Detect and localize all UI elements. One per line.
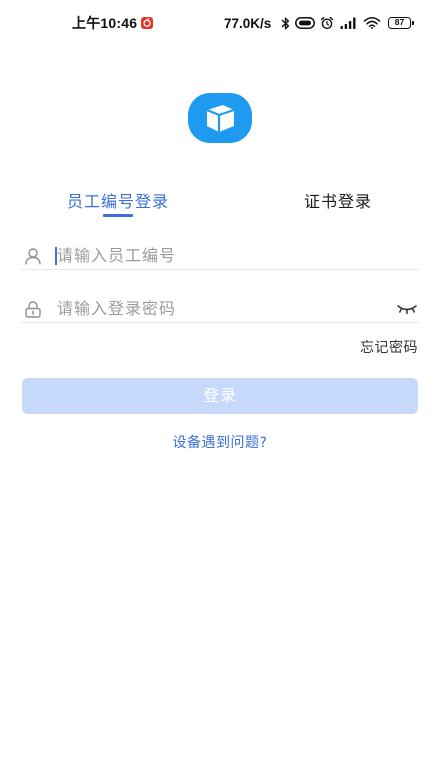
hd-voice-icon (295, 17, 315, 29)
user-icon (25, 248, 41, 265)
active-tab-indicator (103, 214, 133, 217)
tab-certificate-login[interactable]: 证书登录 (268, 192, 408, 212)
employee-id-input[interactable] (57, 244, 387, 268)
cube-logo-icon (188, 93, 252, 143)
employee-id-field-row (21, 238, 419, 270)
alarm-icon (320, 16, 334, 30)
eye-closed-icon[interactable] (396, 304, 418, 314)
bluetooth-icon (281, 17, 290, 30)
tab-label: 证书登录 (303, 192, 372, 211)
forgot-password-link[interactable]: 忘记密码 (360, 339, 418, 357)
battery-level: 87 (394, 17, 405, 27)
password-field-row (21, 291, 419, 323)
status-time: 上午10:46 (72, 15, 138, 31)
wifi-icon (363, 17, 381, 29)
tab-label: 员工编号登录 (66, 192, 169, 211)
music-app-notification-icon (141, 17, 153, 29)
lock-icon (25, 301, 41, 318)
device-problem-link[interactable]: 设备遇到问题? (0, 434, 440, 452)
signal-icon (340, 17, 356, 29)
network-speed: 77.0K/s (224, 16, 272, 31)
login-screen: 上午10:46 77.0K/s 87 员工编号登录 证书登录 请输入员工编号 忘… (0, 0, 440, 770)
battery-icon: 87 (388, 17, 414, 29)
login-button[interactable]: 登录 (22, 378, 418, 414)
battery-terminal (412, 20, 414, 25)
password-input[interactable] (57, 297, 387, 321)
tab-employee-id-login[interactable]: 员工编号登录 (48, 192, 188, 212)
status-bar: 上午10:46 77.0K/s 87 (0, 0, 440, 46)
